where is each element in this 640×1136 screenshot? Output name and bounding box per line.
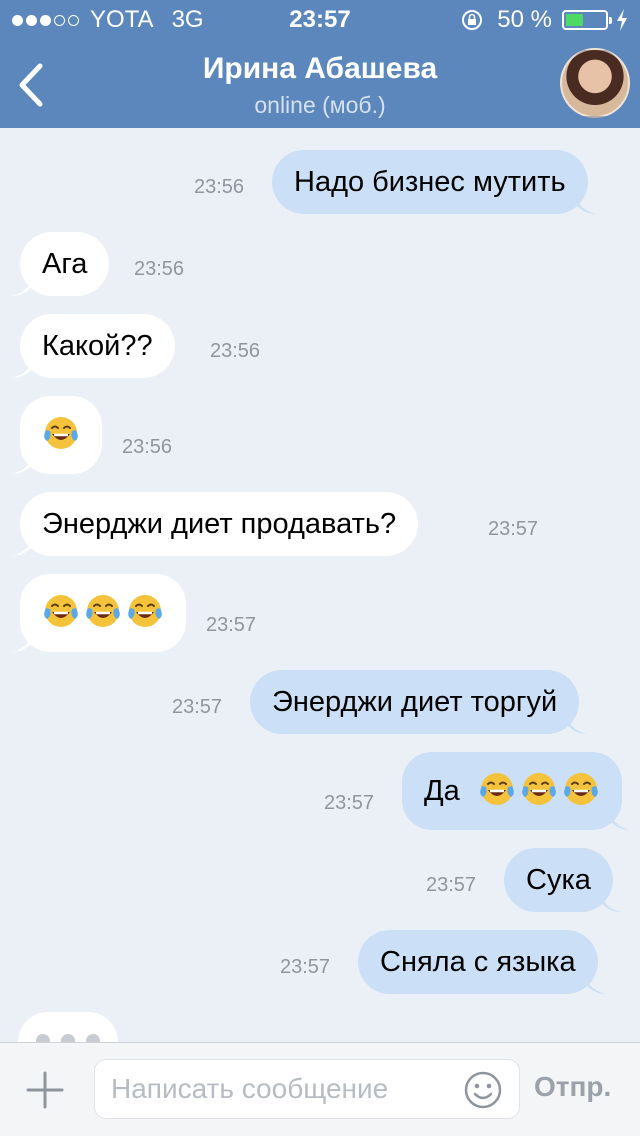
message-input[interactable] — [94, 1059, 520, 1119]
message-time: 23:56 — [122, 436, 173, 458]
message-bubble-incoming[interactable]: Ага — [12, 232, 110, 296]
tears-of-joy-emoji-icon — [564, 773, 598, 806]
composer-bar: Отпр. — [0, 1042, 640, 1136]
message-bubble-outgoing[interactable]: Да — [402, 752, 630, 830]
message-time: 23:56 — [210, 340, 261, 362]
message-bubble-outgoing[interactable]: Надо бизнес мутить — [272, 150, 596, 214]
message-time: 23:57 — [488, 518, 539, 540]
plus-icon[interactable] — [26, 1071, 64, 1109]
message-text: Ага — [42, 248, 88, 280]
message-bubble-incoming[interactable]: Какой?? — [12, 314, 175, 378]
battery-percent: 50 % — [497, 6, 552, 33]
tears-of-joy-emoji-icon — [480, 773, 514, 806]
tears-of-joy-emoji-icon — [44, 417, 78, 450]
tears-of-joy-emoji-icon — [128, 595, 162, 628]
message-time: 23:57 — [206, 614, 257, 636]
message-time: 23:57 — [280, 956, 331, 978]
message-time: 23:57 — [172, 696, 223, 718]
message-text: Энерджи диет продавать? — [42, 508, 397, 540]
message-text: Сняла с языка — [380, 946, 576, 978]
rotation-lock-icon — [462, 10, 483, 30]
contact-status: online (моб.) — [254, 92, 386, 118]
tears-of-joy-emoji-icon — [522, 773, 556, 806]
contact-name[interactable]: Ирина Абашева — [0, 52, 640, 86]
tears-of-joy-emoji-icon — [44, 595, 78, 628]
message-text: Надо бизнес мутить — [294, 166, 566, 198]
status-bar: YOTA 3G 23:57 50 % — [0, 0, 640, 40]
message-time: 23:56 — [194, 176, 245, 198]
message-text: Энерджи диет торгуй — [272, 686, 558, 718]
navigation-bar: YOTA 3G 23:57 50 % Ирина Абашева online … — [0, 0, 640, 128]
tears-of-joy-emoji-icon — [86, 595, 120, 628]
avatar[interactable] — [560, 48, 630, 118]
message-bubble-incoming[interactable] — [12, 574, 186, 652]
message-text: Какой?? — [42, 330, 153, 362]
message-time: 23:56 — [134, 258, 185, 280]
battery-icon — [562, 10, 612, 30]
message-bubble-outgoing[interactable]: Сняла с языка — [358, 930, 606, 994]
charging-bolt-icon — [617, 9, 627, 31]
message-bubble-outgoing[interactable]: Энерджи диет торгуй — [250, 670, 588, 734]
message-bubble-outgoing[interactable]: Сука — [504, 848, 621, 912]
message-bubble-incoming[interactable]: Энерджи диет продавать? — [12, 492, 419, 556]
message-bubble-incoming[interactable] — [12, 396, 102, 474]
send-button[interactable]: Отпр. — [534, 1071, 611, 1103]
message-text: Сука — [526, 864, 591, 896]
message-time: 23:57 — [426, 874, 477, 896]
message-text: Да — [424, 775, 460, 807]
message-time: 23:57 — [324, 792, 375, 814]
smile-icon[interactable] — [464, 1071, 502, 1109]
